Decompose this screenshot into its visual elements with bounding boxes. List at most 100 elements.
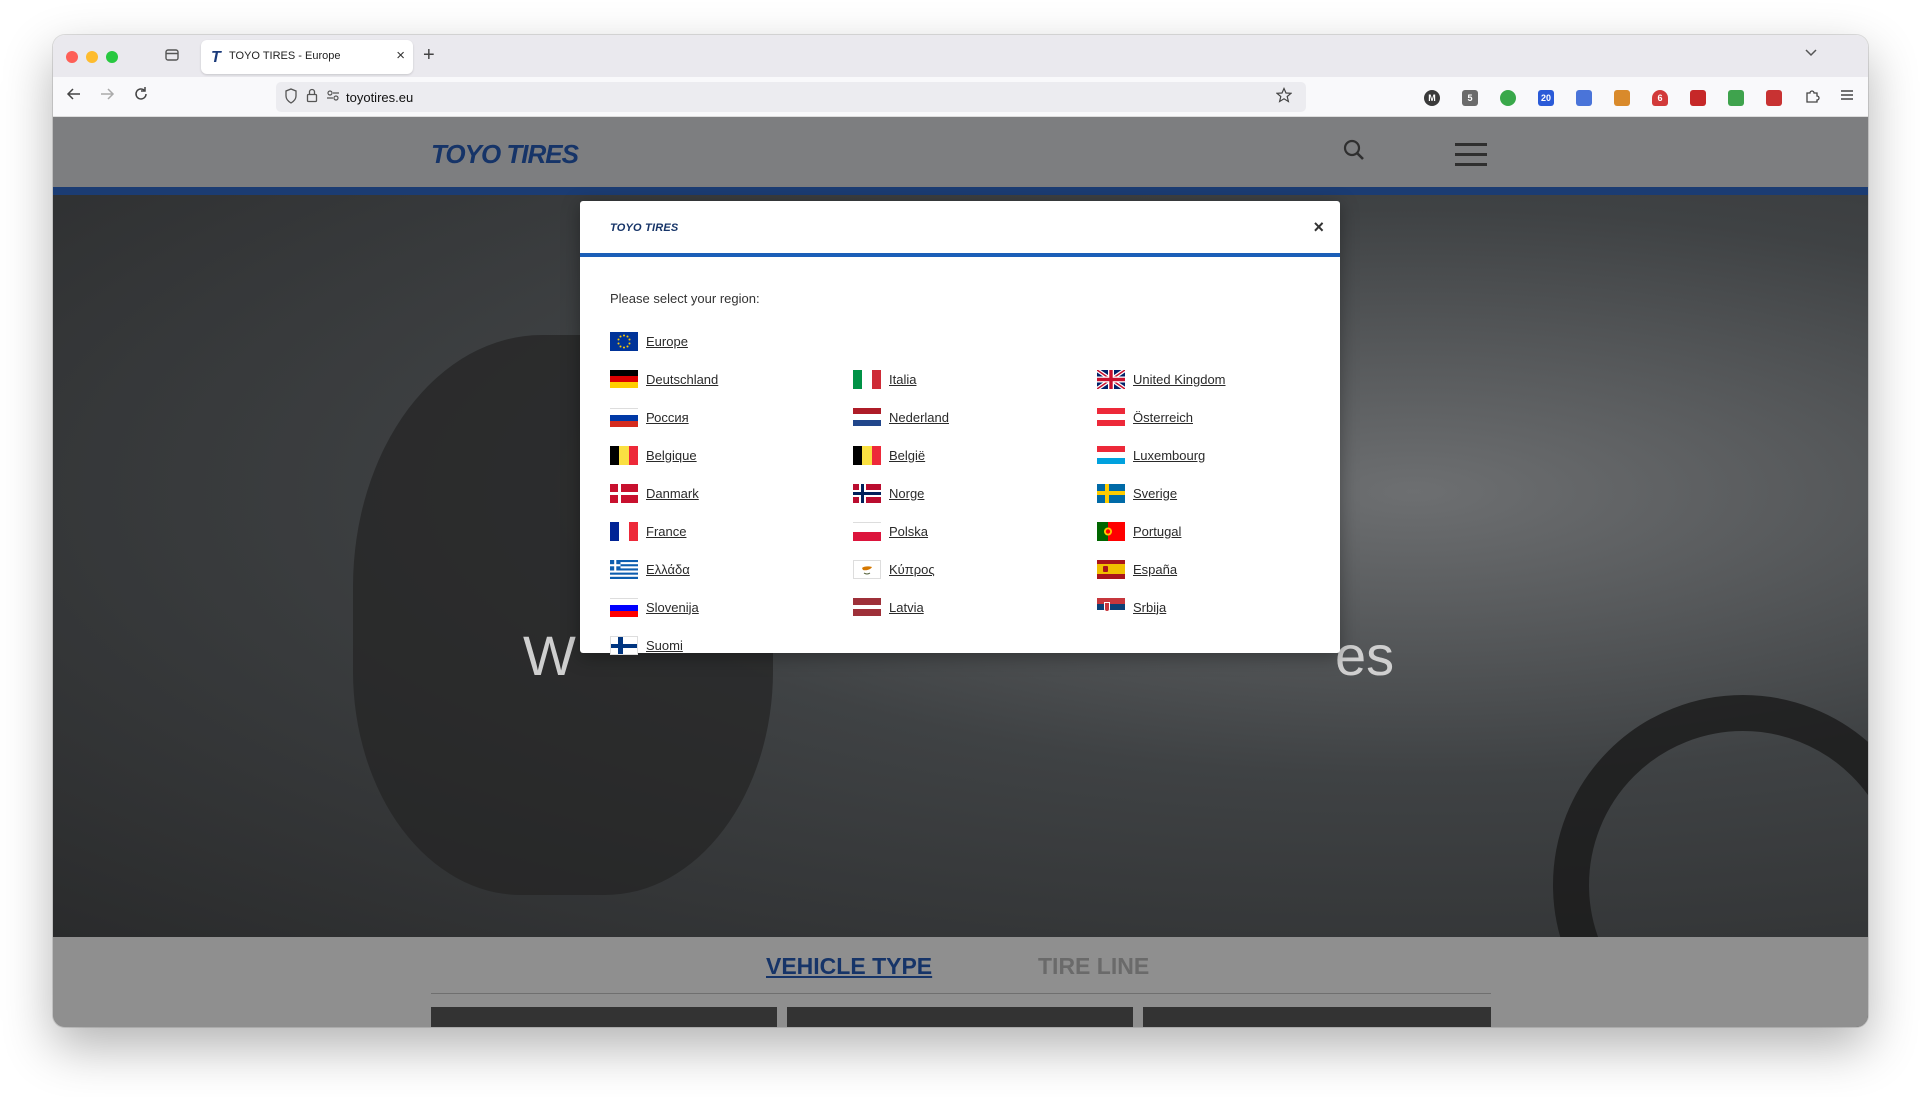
permissions-icon[interactable] bbox=[326, 88, 340, 105]
url-text[interactable]: toyotires.eu bbox=[346, 90, 413, 105]
menu-icon[interactable] bbox=[1836, 87, 1858, 108]
search-icon[interactable] bbox=[1343, 139, 1365, 161]
address-bar[interactable]: toyotires.eu bbox=[276, 82, 1306, 112]
region-label[interactable]: Srbija bbox=[1133, 600, 1166, 615]
region-link-slovenija[interactable]: Slovenija bbox=[610, 597, 699, 617]
pl-flag-icon bbox=[853, 521, 881, 541]
browser-tab-active[interactable]: T TOYO TIRES - Europe × bbox=[201, 40, 413, 74]
reload-icon[interactable] bbox=[130, 86, 152, 107]
back-arrow-icon[interactable] bbox=[63, 86, 85, 107]
calendar-extension-icon[interactable]: 20 bbox=[1538, 90, 1554, 106]
star-icon[interactable] bbox=[1275, 87, 1293, 108]
region-link-cyprus[interactable]: Κύπρος bbox=[853, 559, 935, 579]
region-label[interactable]: Österreich bbox=[1133, 410, 1193, 425]
si-flag-icon bbox=[610, 597, 638, 617]
region-link-greece[interactable]: Ελλάδα bbox=[610, 559, 690, 579]
chevron-down-icon[interactable] bbox=[1804, 45, 1818, 61]
region-label[interactable]: Deutschland bbox=[646, 372, 718, 387]
tab-close-button[interactable]: × bbox=[396, 47, 405, 64]
cy-flag-icon bbox=[853, 559, 881, 579]
pen-extension-icon[interactable] bbox=[1614, 90, 1630, 106]
minimize-window-button[interactable] bbox=[86, 51, 98, 63]
extensions-icon[interactable] bbox=[1801, 87, 1823, 108]
region-label[interactable]: Europe bbox=[646, 334, 688, 349]
de-flag-icon bbox=[610, 369, 638, 389]
eu-flag-icon bbox=[610, 331, 638, 351]
ru-flag-icon bbox=[610, 407, 638, 427]
fi-flag-icon bbox=[610, 635, 638, 655]
es-flag-icon bbox=[1097, 559, 1125, 579]
close-window-button[interactable] bbox=[66, 51, 78, 63]
region-link-russia[interactable]: Россия bbox=[610, 407, 689, 427]
redpen-extension-icon[interactable] bbox=[1766, 90, 1782, 106]
region-label[interactable]: Nederland bbox=[889, 410, 949, 425]
tab-tire-line[interactable]: TIRE LINE bbox=[1038, 953, 1149, 980]
region-label[interactable]: France bbox=[646, 524, 686, 539]
maximize-window-button[interactable] bbox=[106, 51, 118, 63]
region-label[interactable]: Sverige bbox=[1133, 486, 1177, 501]
region-label[interactable]: Κύπρος bbox=[889, 562, 935, 577]
header-divider bbox=[53, 187, 1868, 195]
site-logo[interactable]: TOYO TIRES bbox=[431, 139, 579, 170]
region-label[interactable]: Portugal bbox=[1133, 524, 1181, 539]
modal-close-button[interactable]: × bbox=[1313, 217, 1324, 238]
region-label[interactable]: Suomi bbox=[646, 638, 683, 653]
region-label[interactable]: España bbox=[1133, 562, 1177, 577]
shield-icon[interactable] bbox=[284, 88, 298, 107]
region-link-luxembourg[interactable]: Luxembourg bbox=[1097, 445, 1205, 465]
clipboard-extension-icon[interactable]: 5 bbox=[1462, 90, 1478, 106]
region-link-deutschland[interactable]: Deutschland bbox=[610, 369, 718, 389]
region-label[interactable]: Slovenija bbox=[646, 600, 699, 615]
new-tab-button[interactable]: + bbox=[423, 44, 435, 67]
region-link-france[interactable]: France bbox=[610, 521, 686, 541]
shield-red-extension-icon[interactable]: 6 bbox=[1652, 90, 1668, 106]
ublock-extension-icon[interactable] bbox=[1690, 90, 1706, 106]
region-label[interactable]: Luxembourg bbox=[1133, 448, 1205, 463]
region-link-europe[interactable]: Europe bbox=[610, 331, 688, 351]
region-link-italia[interactable]: Italia bbox=[853, 369, 916, 389]
tab-vehicle-type[interactable]: VEHICLE TYPE bbox=[766, 953, 932, 980]
dk-flag-icon bbox=[610, 483, 638, 503]
region-label[interactable]: Norge bbox=[889, 486, 924, 501]
forward-arrow-icon[interactable] bbox=[96, 86, 118, 107]
region-link-belgique[interactable]: Belgique bbox=[610, 445, 697, 465]
hamburger-menu-icon[interactable] bbox=[1455, 143, 1487, 173]
region-link-nederland[interactable]: Nederland bbox=[853, 407, 949, 427]
green-cycle-extension-icon[interactable] bbox=[1500, 90, 1516, 106]
region-link-srbija[interactable]: Srbija bbox=[1097, 597, 1166, 617]
region-label[interactable]: Россия bbox=[646, 410, 689, 425]
nl-flag-icon bbox=[853, 407, 881, 427]
tab-list-icon[interactable] bbox=[163, 47, 181, 65]
region-link-osterreich[interactable]: Österreich bbox=[1097, 407, 1193, 427]
region-label[interactable]: Latvia bbox=[889, 600, 924, 615]
region-link-danmark[interactable]: Danmark bbox=[610, 483, 699, 503]
region-link-united-kingdom[interactable]: United Kingdom bbox=[1097, 369, 1226, 389]
money-extension-icon[interactable] bbox=[1728, 90, 1744, 106]
region-link-polska[interactable]: Polska bbox=[853, 521, 928, 541]
region-label[interactable]: United Kingdom bbox=[1133, 372, 1226, 387]
product-card[interactable] bbox=[1143, 1007, 1491, 1027]
tab-title: TOYO TIRES - Europe bbox=[229, 50, 341, 62]
region-link-latvia[interactable]: Latvia bbox=[853, 597, 924, 617]
product-card[interactable] bbox=[431, 1007, 777, 1027]
no-flag-icon bbox=[853, 483, 881, 503]
m-extension-icon[interactable]: M bbox=[1424, 90, 1440, 106]
region-link-suomi[interactable]: Suomi bbox=[610, 635, 683, 655]
region-label[interactable]: Danmark bbox=[646, 486, 699, 501]
pt-flag-icon bbox=[1097, 521, 1125, 541]
region-link-portugal[interactable]: Portugal bbox=[1097, 521, 1181, 541]
region-label[interactable]: Italia bbox=[889, 372, 916, 387]
region-link-espana[interactable]: España bbox=[1097, 559, 1177, 579]
product-card[interactable] bbox=[787, 1007, 1133, 1027]
translate-extension-icon[interactable] bbox=[1576, 90, 1592, 106]
region-link-belgie[interactable]: België bbox=[853, 445, 925, 465]
region-link-norge[interactable]: Norge bbox=[853, 483, 924, 503]
region-label[interactable]: Ελλάδα bbox=[646, 562, 690, 577]
it-flag-icon bbox=[853, 369, 881, 389]
region-link-sverige[interactable]: Sverige bbox=[1097, 483, 1177, 503]
region-label[interactable]: België bbox=[889, 448, 925, 463]
lock-icon[interactable] bbox=[306, 88, 318, 106]
region-label[interactable]: Polska bbox=[889, 524, 928, 539]
se-flag-icon bbox=[1097, 483, 1125, 503]
region-label[interactable]: Belgique bbox=[646, 448, 697, 463]
